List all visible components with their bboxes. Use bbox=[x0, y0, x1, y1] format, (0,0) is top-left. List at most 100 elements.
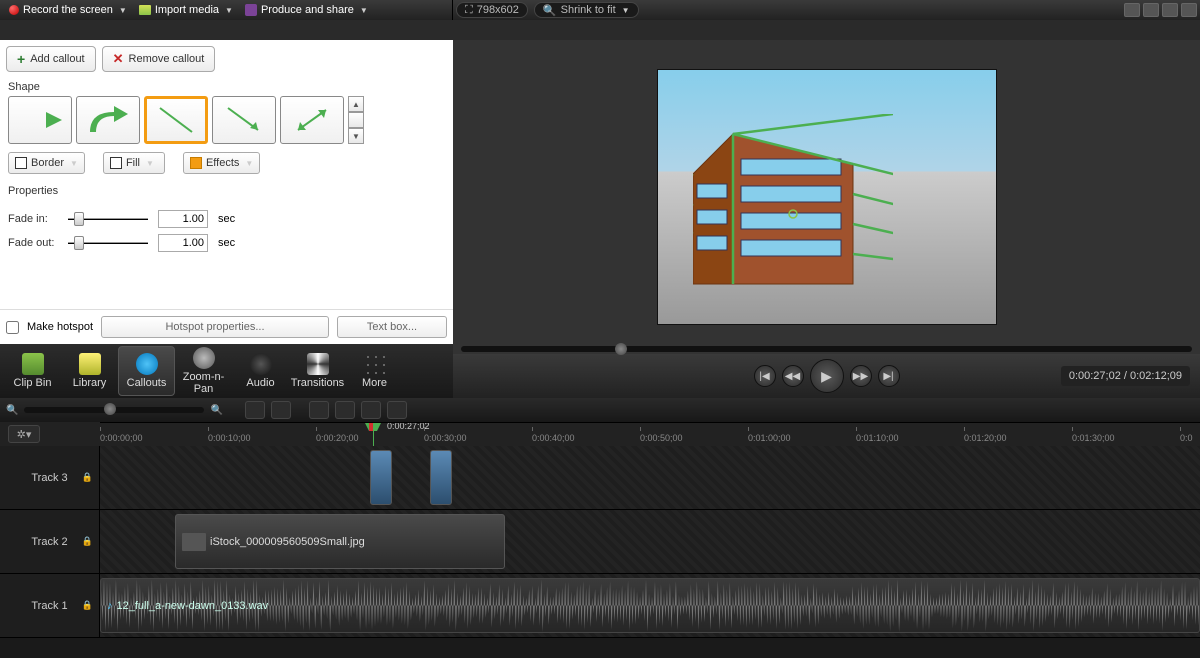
prev-clip-button[interactable]: |◀ bbox=[754, 365, 776, 387]
add-callout-button[interactable]: + Add callout bbox=[6, 46, 96, 72]
lock-icon[interactable]: 🔒 bbox=[82, 472, 93, 483]
folder-icon bbox=[139, 5, 151, 15]
import-media-button[interactable]: Import media ▼ bbox=[133, 2, 239, 18]
plus-icon: + bbox=[17, 51, 25, 67]
border-label: Border bbox=[31, 157, 64, 169]
copy-button[interactable] bbox=[361, 401, 381, 419]
tab-transitions[interactable]: Transitions bbox=[289, 346, 346, 396]
paste-button[interactable] bbox=[387, 401, 407, 419]
preview-scrubber[interactable] bbox=[461, 346, 1192, 352]
canvas-dimensions[interactable]: ⛶ 798x602 bbox=[456, 2, 528, 18]
chevron-down-icon: ▼ bbox=[119, 6, 127, 15]
fade-in-value[interactable]: 1.00 bbox=[158, 210, 208, 228]
chevron-down-icon: ▼ bbox=[225, 6, 233, 15]
callout-clip-1[interactable] bbox=[370, 450, 392, 505]
record-screen-button[interactable]: Record the screen ▼ bbox=[3, 2, 133, 18]
chevron-down-icon: ▼ bbox=[622, 6, 630, 15]
detach-preview-icon[interactable] bbox=[1162, 3, 1178, 17]
tab-library[interactable]: Library bbox=[61, 346, 118, 396]
timeline-options-button[interactable]: ✲▾ bbox=[8, 425, 40, 443]
fade-in-slider[interactable] bbox=[68, 212, 148, 226]
fade-out-label: Fade out: bbox=[8, 237, 58, 249]
remove-callout-button[interactable]: ✕ Remove callout bbox=[102, 46, 216, 72]
pan-tool-icon[interactable] bbox=[1143, 3, 1159, 17]
tab-clip-bin[interactable]: Clip Bin bbox=[4, 346, 61, 396]
lock-icon[interactable]: 🔒 bbox=[82, 536, 93, 547]
zoom-value: Shrink to fit bbox=[561, 4, 616, 16]
callouts-panel: + Add callout ✕ Remove callout Shape bbox=[0, 40, 453, 398]
preview-canvas[interactable] bbox=[657, 69, 997, 325]
track-2-label[interactable]: Track 2🔒 bbox=[0, 510, 100, 573]
shape-scrollbar[interactable]: ▲ ▼ bbox=[348, 96, 364, 144]
shape-arrow-right[interactable] bbox=[8, 96, 72, 144]
add-callout-label: Add callout bbox=[30, 53, 84, 65]
produce-share-button[interactable]: Produce and share ▼ bbox=[239, 2, 374, 18]
playhead[interactable]: 0:00:27;02 bbox=[373, 423, 385, 433]
sec-unit: sec bbox=[218, 237, 235, 249]
split-button[interactable] bbox=[335, 401, 355, 419]
track-3-label[interactable]: Track 3🔒 bbox=[0, 446, 100, 509]
more-icon bbox=[364, 353, 386, 375]
zoom-dropdown[interactable]: 🔍 Shrink to fit ▼ bbox=[534, 2, 639, 18]
timeline-ruler[interactable]: 0:00:27;02 0:00:00;000:00:10;000:00:20;0… bbox=[100, 422, 1200, 446]
track-1-label[interactable]: Track 1🔒 bbox=[0, 574, 100, 637]
tab-more[interactable]: More bbox=[346, 346, 403, 396]
shape-arrow-diagonal-down[interactable] bbox=[212, 96, 276, 144]
shape-line-diagonal[interactable] bbox=[144, 96, 208, 144]
tab-audio[interactable]: Audio bbox=[232, 346, 289, 396]
forward-button[interactable]: ▶▶ bbox=[850, 365, 872, 387]
make-hotspot-label: Make hotspot bbox=[27, 321, 93, 333]
audio-icon: ♪ bbox=[107, 600, 113, 612]
border-dropdown[interactable]: Border ▼ bbox=[8, 152, 85, 174]
redo-button[interactable] bbox=[271, 401, 291, 419]
track-2-content[interactable]: iStock_000009560509Small.jpg bbox=[100, 510, 1200, 573]
properties-label: Properties bbox=[0, 182, 453, 200]
audio-clip[interactable]: ♪ 12_full_a-new-dawn_0133.wav bbox=[100, 578, 1200, 633]
track-1-content[interactable]: ♪ 12_full_a-new-dawn_0133.wav bbox=[100, 574, 1200, 637]
image-clip[interactable]: iStock_000009560509Small.jpg bbox=[175, 514, 505, 569]
fill-dropdown[interactable]: Fill ▼ bbox=[103, 152, 165, 174]
crop-tool-icon[interactable] bbox=[1124, 3, 1140, 17]
clip-bin-icon bbox=[22, 353, 44, 375]
cross-icon: ✕ bbox=[113, 51, 124, 67]
play-button[interactable]: ▶ bbox=[810, 359, 844, 393]
callout-clip-2[interactable] bbox=[430, 450, 452, 505]
effects-dropdown[interactable]: Effects ▼ bbox=[183, 152, 260, 174]
audio-icon bbox=[250, 353, 272, 375]
hotspot-properties-button[interactable]: Hotspot properties... bbox=[101, 316, 329, 338]
zoom-in-icon[interactable]: 🔍 bbox=[210, 405, 222, 416]
remove-callout-label: Remove callout bbox=[129, 53, 205, 65]
textbox-button[interactable]: Text box... bbox=[337, 316, 447, 338]
chevron-down-icon: ▼ bbox=[70, 159, 78, 168]
scroll-thumb[interactable] bbox=[348, 112, 364, 128]
rewind-button[interactable]: ◀◀ bbox=[782, 365, 804, 387]
timeline-zoom-slider[interactable] bbox=[24, 407, 204, 413]
lock-icon[interactable]: 🔒 bbox=[82, 600, 93, 611]
tab-callouts[interactable]: Callouts bbox=[118, 346, 175, 396]
pen-icon bbox=[15, 157, 27, 169]
fullscreen-icon[interactable] bbox=[1181, 3, 1197, 17]
import-label: Import media bbox=[155, 4, 219, 16]
record-label: Record the screen bbox=[23, 4, 113, 16]
tab-zoom-pan[interactable]: Zoom-n-Pan bbox=[175, 346, 232, 396]
share-icon bbox=[245, 4, 257, 16]
fade-out-slider[interactable] bbox=[68, 236, 148, 250]
zoom-out-icon[interactable]: 🔍 bbox=[6, 405, 18, 416]
bucket-icon bbox=[110, 157, 122, 169]
clip-image-name: iStock_000009560509Small.jpg bbox=[210, 536, 365, 548]
audio-clip-name: 12_full_a-new-dawn_0133.wav bbox=[117, 600, 269, 612]
track-3-content[interactable] bbox=[100, 446, 1200, 509]
fade-out-value[interactable]: 1.00 bbox=[158, 234, 208, 252]
undo-button[interactable] bbox=[245, 401, 265, 419]
next-clip-button[interactable]: ▶| bbox=[878, 365, 900, 387]
shape-arrow-double[interactable] bbox=[280, 96, 344, 144]
shape-arrow-curved[interactable] bbox=[76, 96, 140, 144]
chevron-down-icon: ▼ bbox=[360, 6, 368, 15]
scrubber-thumb[interactable] bbox=[615, 343, 627, 355]
scroll-down-icon[interactable]: ▼ bbox=[348, 128, 364, 144]
chevron-down-icon: ▼ bbox=[245, 159, 253, 168]
cut-button[interactable] bbox=[309, 401, 329, 419]
make-hotspot-checkbox[interactable] bbox=[6, 321, 19, 334]
zoom-icon bbox=[193, 347, 215, 369]
scroll-up-icon[interactable]: ▲ bbox=[348, 96, 364, 112]
